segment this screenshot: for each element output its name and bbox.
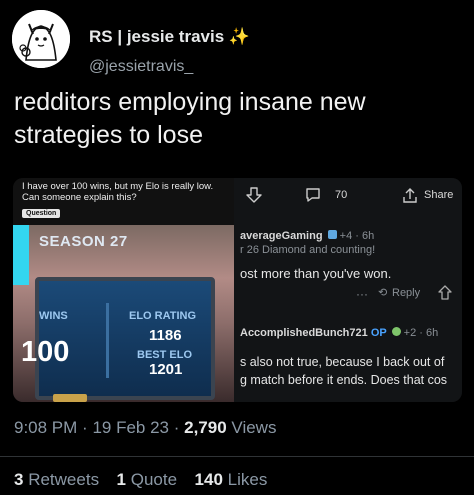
separator-dot: · [82, 418, 93, 437]
comment-count: 70 [335, 189, 348, 201]
op-badge: OP [370, 327, 387, 339]
tweet-date[interactable]: 19 Feb 23 [92, 418, 169, 437]
reddit-comments-panel: 70 Share averageGaming +4 · 6h r 26 Diam… [234, 178, 462, 402]
divider [0, 456, 474, 457]
comment1-flair: r 26 Diamond and counting! [240, 244, 376, 256]
retweets-stat[interactable]: 3 Retweets [14, 470, 104, 489]
reply-icon: ⟲ [378, 287, 388, 299]
share-label: Share [424, 189, 454, 201]
best-elo-value: 1201 [149, 361, 183, 378]
downvote-icon [246, 186, 262, 209]
likes-count: 140 [194, 470, 223, 489]
elo-value: 1186 [149, 327, 182, 344]
comment2-meta: +2 · 6h [403, 327, 439, 339]
attached-screenshot[interactable]: I have over 100 wins, but my Elo is real… [13, 178, 462, 402]
comment2-line2: g match before it ends. Does that cos [240, 373, 448, 387]
views-count: 2,790 [184, 418, 227, 437]
quotes-stat[interactable]: 1 Quote [117, 470, 182, 489]
stats-divider [106, 303, 109, 378]
separator-dot: · [173, 418, 185, 437]
user-handle[interactable]: @jessietravis_ [89, 58, 193, 76]
views-label: Views [231, 418, 277, 437]
user-avatar-icon [391, 327, 401, 336]
comment1-meta: +4 · 6h [339, 230, 375, 242]
display-name-text: RS | jessie travis [89, 27, 225, 46]
comment1-username: averageGaming [240, 230, 323, 242]
retweets-count: 3 [14, 470, 24, 489]
tweet-time[interactable]: 9:08 PM [14, 418, 77, 437]
elo-label: ELO RATING [129, 310, 197, 322]
quotes-label: Quote [130, 470, 178, 489]
likes-stat[interactable]: 140 Likes [195, 470, 268, 489]
wins-value: 100 [21, 336, 70, 368]
comment-icon [304, 186, 322, 209]
cyan-strip [13, 225, 29, 285]
quotes-count: 1 [116, 470, 127, 489]
likes-label: Likes [227, 470, 268, 489]
comment2-user: AccomplishedBunch721 OP +2 · 6h [240, 327, 438, 339]
bottom-sticker [53, 394, 87, 402]
comment1-user: averageGaming +4 · 6h [240, 230, 374, 242]
flair-badge: Question [22, 209, 61, 218]
more-options-icon: ··· [356, 287, 368, 301]
season-title: SEASON 27 [39, 233, 128, 250]
comment2-username: AccomplishedBunch721 [240, 327, 368, 339]
avatar-illustration [12, 10, 70, 68]
avatar[interactable] [12, 10, 70, 68]
display-name[interactable]: RS | jessie travis ✨ [89, 27, 250, 47]
comment1-text: ost more than you've won. [240, 266, 392, 281]
tweet-metadata: 9:08 PM · 19 Feb 23 · 2,790 Views [14, 418, 276, 438]
reply-label: Reply [392, 287, 421, 299]
share-icon [402, 186, 418, 209]
retweets-label: Retweets [28, 470, 100, 489]
post-title: I have over 100 wins, but my Elo is real… [22, 181, 214, 203]
comment2-line1: s also not true, because I back out of [240, 355, 445, 369]
user-badge-icon [327, 230, 337, 239]
best-elo-label: BEST ELO [137, 349, 193, 361]
reddit-post-panel: I have over 100 wins, but my Elo is real… [13, 178, 234, 402]
engagement-stats: 3 Retweets 1 Quote 140 Likes [14, 470, 267, 490]
upvote-icon [438, 284, 452, 305]
sparkle-emoji: ✨ [228, 27, 251, 46]
wins-label: WINS [39, 310, 68, 322]
tweet-text: redditors employing insane new strategie… [14, 88, 366, 149]
